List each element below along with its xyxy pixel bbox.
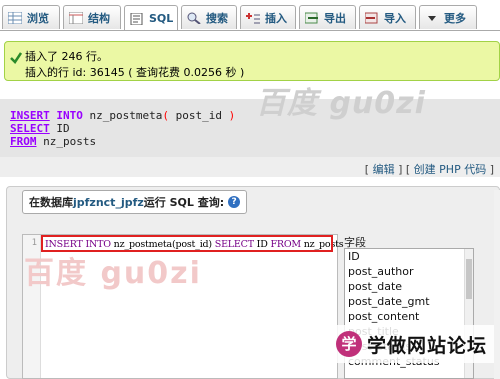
- field-option[interactable]: ID: [345, 249, 473, 264]
- tab-structure[interactable]: 结构: [63, 5, 121, 29]
- sql-keyword-into: INTO: [49, 109, 83, 122]
- site-logo-icon: 学: [336, 331, 362, 357]
- sql-icon: [130, 12, 144, 25]
- fields-scroll-thumb[interactable]: [466, 259, 472, 299]
- tab-more[interactable]: 更多: [419, 5, 477, 29]
- help-icon[interactable]: ?: [228, 196, 241, 208]
- tab-import-label: 导入: [384, 11, 406, 25]
- tab-insert-label: 插入: [265, 11, 287, 25]
- links-separator: ] [: [394, 163, 414, 176]
- sql-close-paren: ): [228, 109, 236, 122]
- site-badge: 学 学做网站论坛: [334, 325, 500, 363]
- chevron-down-icon: [425, 12, 439, 24]
- structure-icon: [68, 11, 84, 24]
- legend-prefix: 在数据库: [29, 196, 73, 209]
- tab-more-label: 更多: [444, 11, 466, 25]
- export-icon: [304, 12, 319, 24]
- sql-from-table: nz_posts: [36, 135, 97, 148]
- query-panel-legend: 在数据库 jpfznct_jpfz 运行 SQL 查询: ?: [22, 190, 248, 214]
- sql-table-name: nz_postmeta: [82, 109, 163, 122]
- line-number: 1: [31, 238, 37, 248]
- field-option[interactable]: post_author: [345, 264, 473, 279]
- query-links-bar: [ 编辑 ] [ 创建 PHP 代码 ]: [0, 157, 500, 177]
- tab-insert[interactable]: 插入: [240, 5, 296, 29]
- success-message: 插入了 246 行。 插入的行 id: 36145 ( 查询花费 0.0256 …: [4, 41, 500, 81]
- tab-browse[interactable]: 浏览: [2, 5, 60, 29]
- database-name: jpfznct_jpfz: [73, 195, 144, 209]
- sql-keyword-select[interactable]: SELECT: [10, 122, 50, 135]
- insert-icon: [246, 12, 260, 24]
- sql-code: INSERT INTO nz_postmeta( post_id ) SELEC…: [10, 109, 235, 148]
- field-option[interactable]: post_date: [345, 279, 473, 294]
- tab-browse-label: 浏览: [27, 11, 49, 25]
- legend-suffix: 运行 SQL 查询:: [143, 196, 225, 209]
- page-scrollbar[interactable]: [494, 190, 500, 379]
- success-rows-inserted: 插入了 246 行。: [25, 50, 108, 63]
- query-links: [ 编辑 ] [ 创建 PHP 代码 ]: [365, 161, 494, 177]
- field-option[interactable]: post_date_gmt: [345, 294, 473, 309]
- site-name: 学做网站论坛: [367, 334, 488, 357]
- tab-search[interactable]: 搜索: [181, 5, 237, 29]
- import-icon: [364, 12, 379, 24]
- tab-import[interactable]: 导入: [359, 5, 416, 29]
- tab-divider: [0, 30, 500, 31]
- checkmark-icon: [10, 52, 23, 64]
- tab-export[interactable]: 导出: [299, 5, 356, 29]
- tab-sql[interactable]: SQL: [124, 5, 178, 31]
- sql-column-name: post_id: [168, 109, 229, 122]
- links-bracket-open: [: [364, 163, 373, 176]
- sql-open-paren: (: [162, 109, 169, 122]
- tab-sql-label: SQL: [149, 12, 174, 25]
- browse-icon: [7, 11, 23, 24]
- success-insert-id: 插入的行 id: 36145 ( 查询花费 0.0256 秒 ): [25, 66, 245, 79]
- search-icon: [187, 12, 201, 25]
- edit-link[interactable]: 编辑: [373, 163, 395, 176]
- watermark-top: 百度 gu0zi: [256, 86, 426, 121]
- create-php-code-link[interactable]: 创建 PHP 代码: [414, 163, 487, 176]
- links-bracket-close: ]: [486, 163, 494, 176]
- tab-search-label: 搜索: [206, 11, 228, 25]
- field-option[interactable]: post_content: [345, 309, 473, 324]
- tab-export-label: 导出: [324, 11, 346, 25]
- sql-keyword-from[interactable]: FROM: [10, 135, 37, 148]
- sql-select-column: ID: [49, 122, 70, 135]
- tab-structure-label: 结构: [88, 11, 110, 25]
- watermark-editor: 百度 gu0zi: [24, 256, 202, 291]
- sql-keyword-insert[interactable]: INSERT: [10, 109, 50, 122]
- tab-bar: 浏览 结构 SQL 搜索 插入 导出 导入 更多: [0, 0, 500, 37]
